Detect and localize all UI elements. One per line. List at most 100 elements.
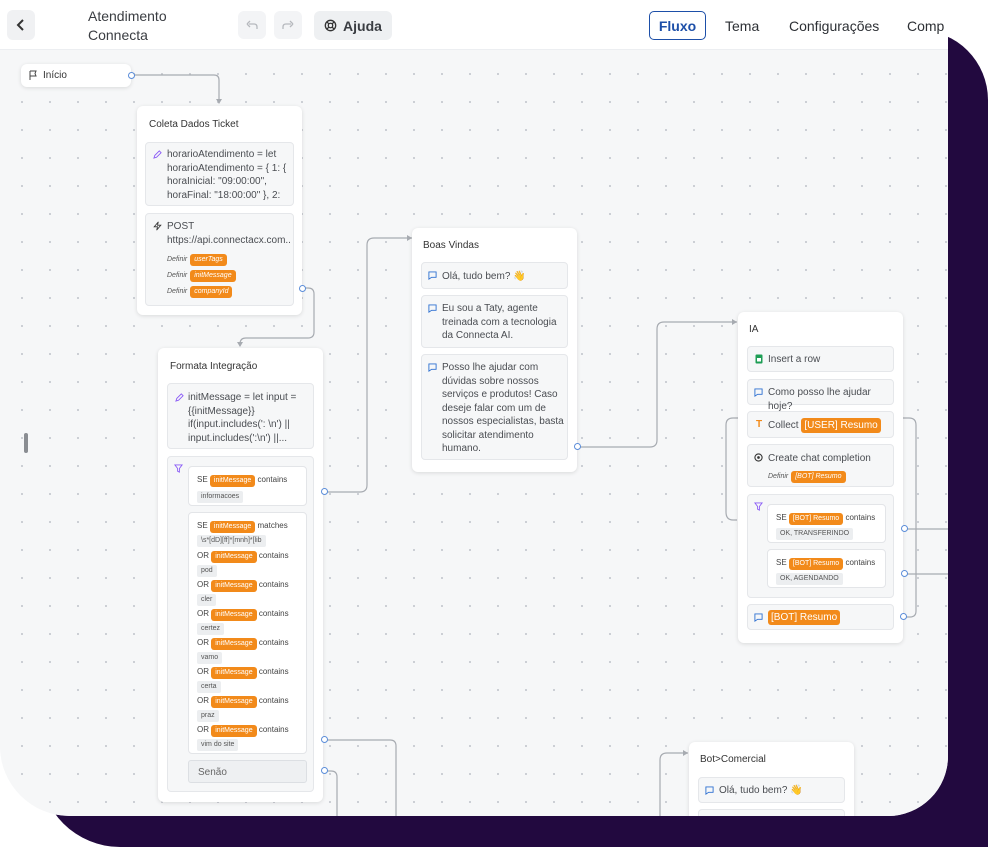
else-row[interactable]: Senão (188, 760, 307, 783)
ia-node[interactable]: IA Insert a row Como posso lhe ajudar ho… (738, 312, 903, 643)
back-button[interactable] (7, 10, 35, 40)
define-row: Definir userTags (167, 252, 227, 267)
condition-card[interactable]: SE initMessage contains informacoes (188, 466, 307, 506)
condition-value: certa (197, 681, 221, 693)
lifebuoy-icon (324, 19, 337, 32)
condition1-output-handle[interactable] (321, 488, 328, 495)
condition2-output-handle[interactable] (321, 736, 328, 743)
message-icon (428, 363, 437, 372)
text-input-block[interactable]: T Collect [USER] Resumo (747, 411, 894, 438)
or-label: OR (197, 638, 209, 647)
condition-value: praz (197, 710, 219, 722)
node-title: Coleta Dados Ticket (149, 119, 239, 130)
pencil-icon (153, 150, 162, 159)
condition-line: OR initMessage contains (197, 723, 289, 737)
condition-value: certez (197, 623, 225, 635)
condition-card[interactable]: SE [BOT] Resumo contains OK, TRANSFERIND… (767, 504, 886, 543)
google-sheets-block[interactable]: Insert a row (747, 346, 894, 372)
text-bubble-block[interactable]: Como posso lhe ajudar hoje? (747, 379, 894, 412)
variable-tag: initMessage (190, 270, 236, 282)
variable-tag: [USER] Resumo (801, 418, 881, 433)
condition-line: OR initMessage contains (197, 578, 289, 592)
redo-button[interactable] (274, 11, 302, 39)
message-text: Olá, tudo bem? 👋 (442, 271, 526, 282)
message-text: Olá, tudo bem? 👋 (719, 785, 803, 796)
variable-tag: initMessage (211, 725, 257, 737)
condition-value: vamo (197, 652, 223, 664)
else-output-handle[interactable] (321, 767, 328, 774)
flag-icon (29, 70, 37, 80)
condition-line: SE [BOT] Resumo contains (776, 556, 875, 570)
condition-value: cler (197, 594, 217, 606)
help-label: Ajuda (343, 17, 382, 34)
start-node[interactable]: Início (21, 64, 131, 87)
webhook-output-handle[interactable] (299, 285, 306, 292)
openai-icon (754, 453, 763, 462)
text-bubble-block[interactable]: Olá, tudo bem? 👋 (421, 262, 568, 289)
sheets-icon (755, 354, 763, 364)
request-method: POST (167, 221, 195, 232)
start-output-handle[interactable] (128, 72, 135, 79)
tab-fluxo[interactable]: Fluxo (649, 11, 706, 40)
tab-tema[interactable]: Tema (725, 11, 759, 40)
coleta-dados-node[interactable]: Coleta Dados Ticket horarioAtendimento =… (137, 106, 302, 315)
text-bubble-block[interactable] (698, 809, 845, 816)
boas-vindas-node[interactable]: Boas Vindas Olá, tudo bem? 👋 Eu sou a Ta… (412, 228, 577, 472)
condition-value: vim do site (197, 739, 239, 751)
bot-comercial-node[interactable]: Bot>Comercial Olá, tudo bem? 👋 (689, 742, 854, 816)
condition-line: SE initMessage matches (197, 519, 288, 533)
condition-value-line: vamo (197, 650, 223, 664)
condition-line: SE initMessage contains (197, 473, 287, 487)
help-button[interactable]: Ajuda (314, 11, 392, 40)
operator-label: contains (258, 696, 289, 705)
condition-value-line: OK, AGENDANDO (776, 571, 843, 585)
ia-cond1-output-handle[interactable] (901, 525, 908, 532)
message-text: Posso lhe ajudar com dúvidas sobre nosso… (442, 362, 564, 454)
condition-block[interactable]: SE [BOT] Resumo contains OK, TRANSFERIND… (747, 494, 894, 598)
ia-output-handle[interactable] (900, 613, 907, 620)
set-variable-block[interactable]: initMessage = let input = {{initMessage}… (167, 383, 314, 449)
define-label: Definir (167, 272, 188, 279)
condition-value: OK, TRANSFERINDO (776, 528, 854, 540)
operator-label: contains (258, 580, 289, 589)
condition-value-line: OK, TRANSFERINDO (776, 526, 854, 540)
openai-block[interactable]: Create chat completion Definir [BOT] Resu… (747, 444, 894, 487)
condition-card[interactable]: SE initMessage matches \s*[dD][ff]*[mnh]… (188, 512, 307, 754)
pencil-icon (175, 393, 184, 402)
node-title: Boas Vindas (423, 240, 479, 251)
set-variable-block[interactable]: horarioAtendimento = let horarioAtendime… (145, 142, 294, 206)
text-bubble-block[interactable]: [BOT] Resumo (747, 604, 894, 630)
text-bubble-block[interactable]: Posso lhe ajudar com dúvidas sobre nosso… (421, 354, 568, 460)
condition-value-line: certez (197, 621, 225, 635)
collect-label: Collect (768, 420, 799, 431)
boas-output-handle[interactable] (574, 443, 581, 450)
condition-block[interactable]: SE initMessage contains informacoes SE i… (167, 456, 314, 792)
ia-cond2-output-handle[interactable] (901, 570, 908, 577)
sidebar-resize-handle[interactable] (24, 433, 28, 453)
text-input-icon: T (756, 419, 763, 430)
or-label: OR (197, 725, 209, 734)
condition-value: \s*[dD][ff]*[mnh]*[lib (197, 535, 266, 547)
text-bubble-block[interactable]: Olá, tudo bem? 👋 (698, 777, 845, 803)
define-label: Definir (167, 256, 188, 263)
variable-tag: initMessage (211, 696, 257, 708)
node-title: Formata Integração (170, 361, 258, 372)
webhook-block[interactable]: POST https://api.connectacx.com... Defin… (145, 213, 294, 306)
else-label: Senão (198, 767, 227, 778)
condition-line: OR initMessage contains (197, 607, 289, 621)
start-label: Início (43, 70, 67, 81)
tab-configuracoes[interactable]: Configurações (789, 11, 879, 40)
or-label: OR (197, 609, 209, 618)
undo-button[interactable] (238, 11, 266, 39)
condition-line: OR initMessage contains (197, 636, 289, 650)
condition-line: OR initMessage contains (197, 665, 289, 679)
filter-icon (174, 464, 183, 473)
text-bubble-block[interactable]: Eu sou a Taty, agente treinada com a tec… (421, 295, 568, 348)
formata-integracao-node[interactable]: Formata Integração initMessage = let inp… (158, 348, 323, 802)
tab-comp[interactable]: Comp (907, 11, 944, 40)
se-label: SE (776, 513, 787, 522)
condition-card[interactable]: SE [BOT] Resumo contains OK, AGENDANDO (767, 549, 886, 588)
se-label: SE (197, 475, 208, 484)
variable-tag: companyId (190, 286, 233, 298)
message-text: Eu sou a Taty, agente treinada com a tec… (442, 303, 557, 341)
